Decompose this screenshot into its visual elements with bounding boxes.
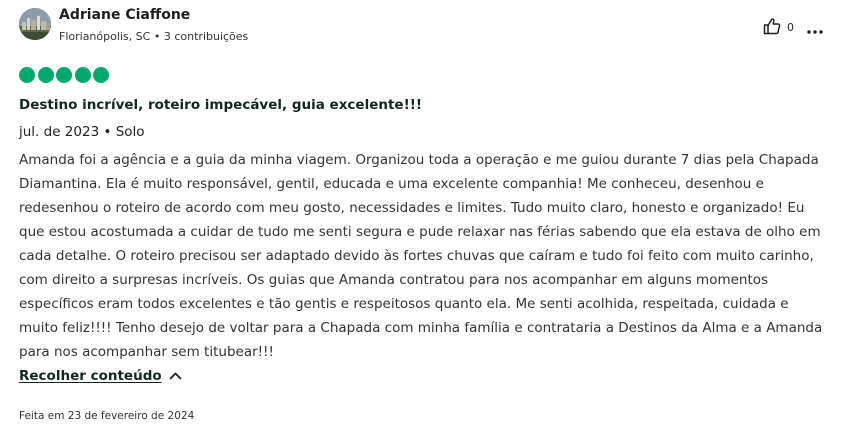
review-title[interactable]: Destino incrível, roteiro impecável, gui… <box>19 96 422 114</box>
more-horizontal-icon <box>807 19 823 38</box>
collapse-content-button[interactable]: Recolher conteúdo <box>19 366 182 386</box>
bubble-rating <box>19 67 112 85</box>
rating-bubble <box>37 67 54 83</box>
user-name[interactable]: Adriane Ciaffone <box>59 6 248 24</box>
avatar-image <box>19 8 51 40</box>
meta-separator: • <box>153 30 161 43</box>
rating-bubble <box>93 67 109 83</box>
thumbs-up-icon <box>763 17 781 39</box>
collapse-label: Recolher conteúdo <box>19 368 162 384</box>
more-options-button[interactable] <box>806 20 824 36</box>
user-location: Florianópolis, SC <box>59 30 151 43</box>
review-body: Amanda foi a agência e a guia da minha v… <box>19 152 823 360</box>
rating-bubble <box>74 67 91 83</box>
chevron-up-icon <box>169 372 182 380</box>
trip-info: jul. de 2023 • Solo <box>19 124 145 140</box>
review-card: Adriane Ciaffone Florianópolis, SC • 3 c… <box>19 0 829 430</box>
avatar[interactable] <box>19 8 51 40</box>
written-date: Feita em 23 de fevereiro de 2024 <box>19 410 195 422</box>
user-meta: Florianópolis, SC • 3 contribuições <box>59 29 248 44</box>
user-info: Adriane Ciaffone Florianópolis, SC • 3 c… <box>59 6 248 44</box>
rating-bubble <box>56 67 72 83</box>
user-contributions: 3 contribuições <box>163 30 249 43</box>
rating-bubble <box>19 67 35 83</box>
helpful-count: 0 <box>787 21 794 34</box>
helpful-vote-button[interactable]: 0 <box>763 17 794 39</box>
review-header: Adriane Ciaffone Florianópolis, SC • 3 c… <box>19 6 829 46</box>
